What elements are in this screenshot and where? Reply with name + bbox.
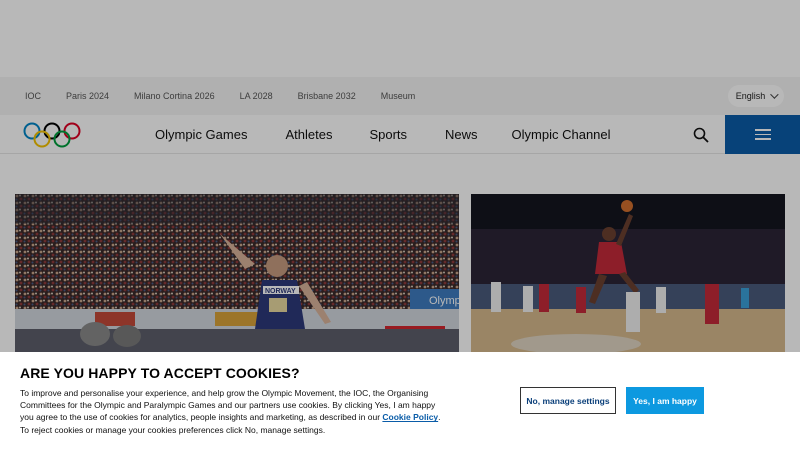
menu-button[interactable] bbox=[725, 115, 800, 154]
manage-settings-button[interactable]: No, manage settings bbox=[520, 387, 616, 414]
cookie-description: To improve and personalise your experien… bbox=[20, 387, 450, 436]
hero-image-basketball[interactable] bbox=[471, 194, 785, 354]
main-nav: Olympic Games Athletes Sports News Olymp… bbox=[0, 115, 800, 154]
cookie-consent-banner: ARE YOU HAPPY TO ACCEPT COOKIES? To impr… bbox=[0, 352, 800, 450]
language-label: English bbox=[735, 91, 766, 101]
nav-item-olympic-games[interactable]: Olympic Games bbox=[155, 127, 247, 142]
chevron-down-icon bbox=[770, 90, 779, 99]
utility-nav: IOC Paris 2024 Milano Cortina 2026 LA 20… bbox=[0, 77, 800, 115]
cookie-title: ARE YOU HAPPY TO ACCEPT COOKIES? bbox=[20, 365, 300, 381]
hamburger-icon-line bbox=[754, 138, 771, 140]
nav-item-athletes[interactable]: Athletes bbox=[285, 127, 332, 142]
nav-item-olympic-channel[interactable]: Olympic Channel bbox=[512, 127, 611, 142]
search-icon[interactable] bbox=[692, 126, 710, 144]
page-top-area bbox=[0, 0, 800, 77]
stadium-crowd-image: Olympi NORWAY bbox=[15, 194, 459, 354]
cookie-text-before: To improve and personalise your experien… bbox=[20, 388, 436, 423]
utility-link-la-2028[interactable]: LA 2028 bbox=[240, 91, 273, 101]
olympic-rings-logo[interactable] bbox=[23, 121, 81, 149]
athlete-bib-text: NORWAY bbox=[265, 288, 296, 295]
language-select[interactable]: English bbox=[728, 85, 784, 107]
hamburger-icon-line bbox=[754, 129, 771, 131]
nav-item-news[interactable]: News bbox=[445, 127, 478, 142]
accept-cookies-button[interactable]: Yes, I am happy bbox=[626, 387, 704, 414]
nav-item-sports[interactable]: Sports bbox=[369, 127, 407, 142]
cookie-policy-link[interactable]: Cookie Policy bbox=[382, 412, 438, 422]
utility-link-milano-cortina-2026[interactable]: Milano Cortina 2026 bbox=[134, 91, 215, 101]
hero-sign-text: Olympi bbox=[429, 295, 459, 307]
hamburger-icon-line bbox=[754, 133, 771, 136]
utility-link-brisbane-2032[interactable]: Brisbane 2032 bbox=[298, 91, 356, 101]
basketball-game-image bbox=[471, 194, 785, 354]
utility-link-museum[interactable]: Museum bbox=[381, 91, 416, 101]
hero-image-athlete-celebrating[interactable]: Olympi NORWAY bbox=[15, 194, 459, 354]
utility-link-paris-2024[interactable]: Paris 2024 bbox=[66, 91, 109, 101]
utility-link-ioc[interactable]: IOC bbox=[25, 91, 41, 101]
